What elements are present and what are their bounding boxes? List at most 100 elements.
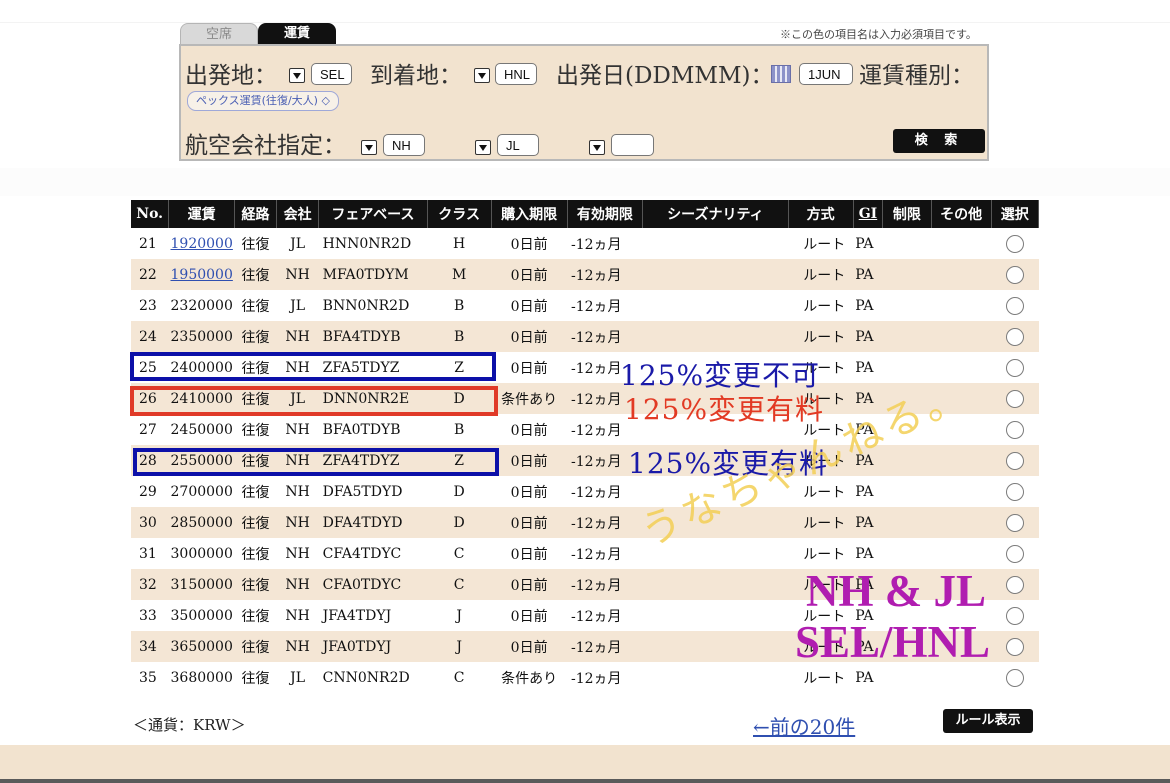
select-radio[interactable] [1005, 482, 1024, 501]
cell-other [931, 476, 991, 507]
fare-link[interactable]: 1950000 [171, 267, 233, 283]
cell-fare-basis: JFA4TDYJ [322, 607, 392, 624]
top-strip [0, 0, 1170, 23]
annotation-change-fee-1: 125%変更有料 [624, 393, 825, 426]
tab-fare[interactable]: 運賃 [258, 23, 336, 45]
rule-display-button[interactable]: ルール表示 [943, 709, 1033, 733]
header-other: その他 [931, 200, 992, 228]
select-radio[interactable] [1005, 637, 1024, 656]
airline3-input[interactable] [611, 134, 654, 156]
select-radio[interactable] [1005, 420, 1024, 439]
select-radio[interactable] [1005, 513, 1024, 532]
airline2-input[interactable]: JL [497, 134, 539, 156]
cell-calc-method: ルート [803, 236, 846, 253]
destination-dropdown-icon[interactable] [474, 68, 490, 83]
cell-row-no: 32 [131, 569, 169, 600]
cell-fare-basis: HNN0NR2D [322, 235, 412, 252]
select-radio[interactable] [1005, 358, 1024, 377]
tab-vacancy[interactable]: 空席 [180, 23, 258, 46]
cell-row-no: 23 [139, 297, 157, 314]
cell-select [991, 569, 1039, 600]
previous-20-link[interactable]: ←前の20件 [753, 711, 855, 740]
cell-route-type: 往復 [234, 321, 277, 352]
origin-input[interactable]: SEL [311, 63, 352, 85]
cell-row-no: 21 [139, 235, 157, 252]
cell-purchase-deadline: 条件あり [501, 670, 558, 687]
cell-other [931, 290, 991, 321]
cell-airline-code: JL [290, 235, 306, 252]
airline1-input[interactable]: NH [383, 134, 425, 156]
select-radio[interactable] [1005, 327, 1024, 346]
table-row[interactable]: 22 1950000 往復 NH MFA0TDYM M 0日前 -12ヵ月 ルート PA [131, 259, 1039, 290]
search-button[interactable]: 検 索 [893, 129, 985, 153]
cell-purchase-deadline: 0日前 [510, 298, 548, 315]
cell-purchase-deadline: 0日前 [510, 360, 548, 377]
select-radio[interactable] [1005, 575, 1024, 594]
cell-route-type: 往復 [241, 484, 270, 501]
cell-purchase-deadline: 0日前 [510, 608, 548, 625]
select-radio[interactable] [1005, 389, 1024, 408]
table-row[interactable]: 21 1920000 往復 JL HNN0NR2D H 0日前 -12ヵ月 ルート PA [131, 228, 1039, 259]
fare-link[interactable]: 1920000 [171, 236, 233, 252]
header-airline: 会社 [276, 200, 320, 228]
cell-validity-period: -12ヵ月 [571, 608, 622, 625]
cell-row-no: 35 [139, 669, 157, 686]
cell-select [991, 352, 1038, 383]
table-row[interactable]: 30 2850000 往復 NH DFA4TDYD D 0日前 -12ヵ月 ルート PA [131, 507, 1039, 538]
cell-row-no: 27 [139, 421, 157, 438]
cell-other [931, 321, 992, 352]
cell-row-no: 29 [139, 483, 157, 500]
cell-route-type: 往復 [234, 631, 277, 662]
cell-restriction [882, 259, 932, 290]
cell-airline-code: JL [290, 297, 306, 314]
cell-row-no: 24 [131, 321, 169, 352]
cell-route-type: 往復 [241, 608, 270, 625]
cell-route-type: 往復 [241, 546, 270, 563]
select-radio[interactable] [1005, 668, 1024, 687]
cell-seasonality [642, 569, 788, 600]
airline3-dropdown-icon[interactable] [589, 140, 605, 155]
cell-validity-period: -12ヵ月 [571, 298, 622, 315]
header-route: 経路 [234, 200, 278, 228]
destination-input[interactable]: HNL [495, 63, 537, 85]
cell-fare-basis: DFA5TDYD [322, 483, 403, 500]
cell-seasonality [643, 228, 788, 259]
cell-route-type: 往復 [234, 569, 277, 600]
select-radio[interactable] [1005, 451, 1024, 470]
cell-fare-basis: DFA4TDYD [318, 507, 428, 538]
cell-other [931, 259, 992, 290]
cell-gi-code: PA [855, 297, 874, 314]
cell-airline-code: NH [276, 321, 319, 352]
calendar-icon[interactable] [771, 65, 791, 83]
footer-line [0, 779, 1170, 783]
cell-select [991, 662, 1038, 693]
table-row[interactable]: 23 2320000 往復 JL BNN0NR2D B 0日前 -12ヵ月 ルート PA [131, 290, 1039, 321]
table-header-row: No. 運賃 経路 会社 フェアベース クラス 購入期限 有効期限 シーズナリテ… [131, 200, 1040, 228]
cell-fare-amount: 3680000 [170, 669, 233, 686]
cell-validity-period: -12ヵ月 [567, 259, 643, 290]
select-radio[interactable] [1005, 544, 1024, 563]
cell-purchase-deadline: 0日前 [491, 569, 568, 600]
header-fare-basis: フェアベース [318, 200, 428, 228]
cell-calc-method: ルート [803, 298, 846, 315]
cell-airline-code: NH [276, 569, 319, 600]
cell-fare-basis: JFA0TDYJ [318, 631, 428, 662]
cell-gi-code: PA [853, 259, 883, 290]
table-row[interactable]: 29 2700000 往復 NH DFA5TDYD D 0日前 -12ヵ月 ルート PA [131, 476, 1039, 507]
select-radio[interactable] [1005, 296, 1024, 315]
header-gi[interactable]: GI [853, 200, 884, 228]
select-radio[interactable] [1005, 234, 1024, 253]
select-radio[interactable] [1005, 606, 1024, 625]
highlight-box-row-28 [133, 448, 499, 476]
cell-booking-class: H [453, 235, 466, 252]
cell-booking-class: C [453, 545, 465, 562]
select-radio[interactable] [1005, 265, 1024, 284]
departure-date-input[interactable]: 1JUN [799, 63, 853, 85]
fare-type-select[interactable]: ペックス運賃(往復/大人) ◇ [187, 91, 339, 111]
airline2-dropdown-icon[interactable] [475, 140, 491, 155]
cell-purchase-deadline: 0日前 [491, 631, 568, 662]
origin-dropdown-icon[interactable] [289, 68, 305, 83]
table-row[interactable]: 24 2350000 往復 NH BFA4TDYB B 0日前 -12ヵ月 ルート PA [131, 321, 1039, 352]
airline1-dropdown-icon[interactable] [361, 140, 377, 155]
cell-validity-period: -12ヵ月 [567, 569, 643, 600]
